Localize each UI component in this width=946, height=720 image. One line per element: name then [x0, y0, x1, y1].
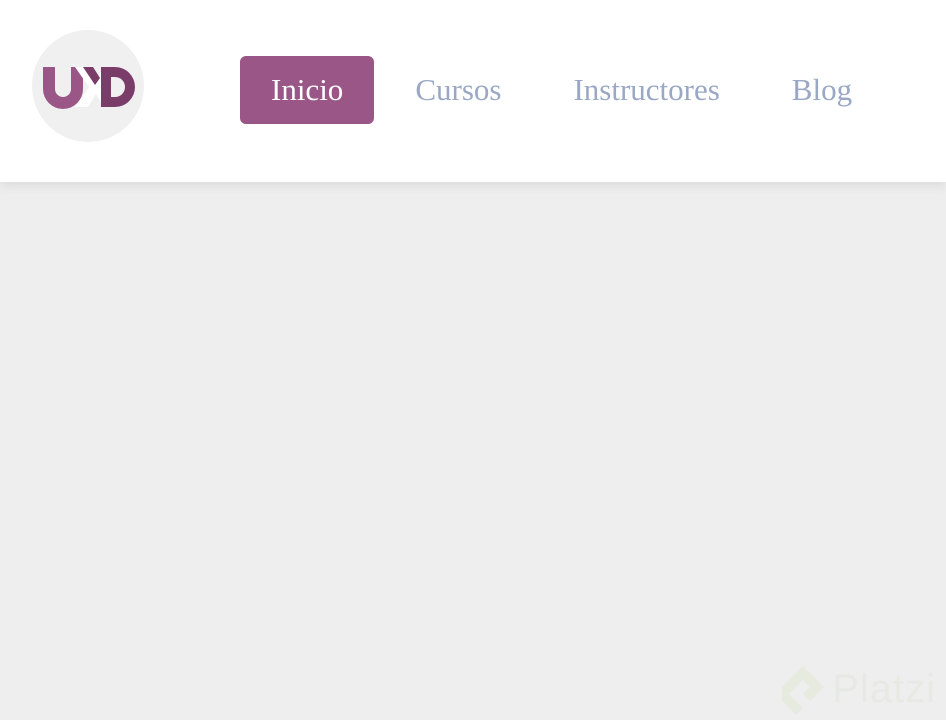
site-header: Inicio Cursos Instructores Blog — [0, 0, 946, 182]
main-nav: Inicio Cursos Instructores Blog — [240, 56, 883, 124]
logo-link[interactable] — [32, 30, 144, 142]
nav-item-blog[interactable]: Blog — [761, 56, 883, 124]
nav-item-cursos[interactable]: Cursos — [384, 56, 532, 124]
uxd-logo-icon — [43, 67, 135, 109]
nav-item-instructores[interactable]: Instructores — [542, 56, 750, 124]
page: Inicio Cursos Instructores Blog Platzi — [0, 0, 946, 720]
platzi-watermark: Platzi — [780, 664, 936, 714]
watermark-text: Platzi — [832, 666, 936, 711]
platzi-logo-icon — [782, 666, 825, 714]
nav-item-inicio[interactable]: Inicio — [240, 56, 375, 124]
